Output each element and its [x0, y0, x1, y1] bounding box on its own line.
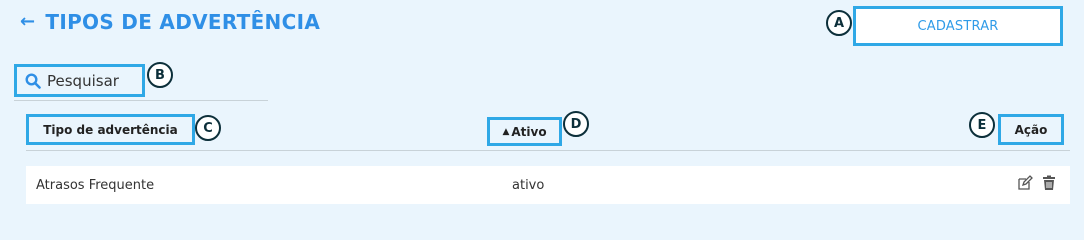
- annotation-badge-c: C: [195, 115, 221, 141]
- cadastrar-button[interactable]: CADASTRAR: [853, 6, 1063, 46]
- arrow-left-icon[interactable]: ←: [20, 13, 35, 31]
- sort-icon: ▲︎: [502, 126, 510, 137]
- page-title: TIPOS DE ADVERTÊNCIA: [45, 10, 321, 34]
- table-header-divider: [26, 150, 1070, 151]
- column-header-tipo[interactable]: Tipo de advertência: [26, 114, 195, 145]
- cell-ativo: ativo: [512, 177, 545, 193]
- cell-tipo: Atrasos Frequente: [36, 177, 155, 193]
- search-icon: [25, 72, 41, 89]
- column-header-acao: Ação: [998, 114, 1064, 145]
- annotation-badge-d: D: [563, 111, 589, 137]
- row-actions: [1016, 174, 1058, 192]
- annotation-badge-b: B: [147, 62, 173, 88]
- column-header-ativo[interactable]: ▲︎ Ativo: [487, 117, 562, 146]
- table-row: Atrasos Frequente ativo: [26, 166, 1070, 204]
- search-underline: [14, 100, 268, 101]
- annotation-badge-e: E: [969, 112, 995, 138]
- search-input[interactable]: Pesquisar: [14, 64, 145, 97]
- search-placeholder: Pesquisar: [47, 71, 119, 90]
- edit-icon[interactable]: [1016, 174, 1034, 192]
- annotation-badge-a: A: [826, 10, 852, 36]
- page-header: ← TIPOS DE ADVERTÊNCIA: [20, 10, 320, 34]
- trash-icon[interactable]: [1040, 174, 1058, 192]
